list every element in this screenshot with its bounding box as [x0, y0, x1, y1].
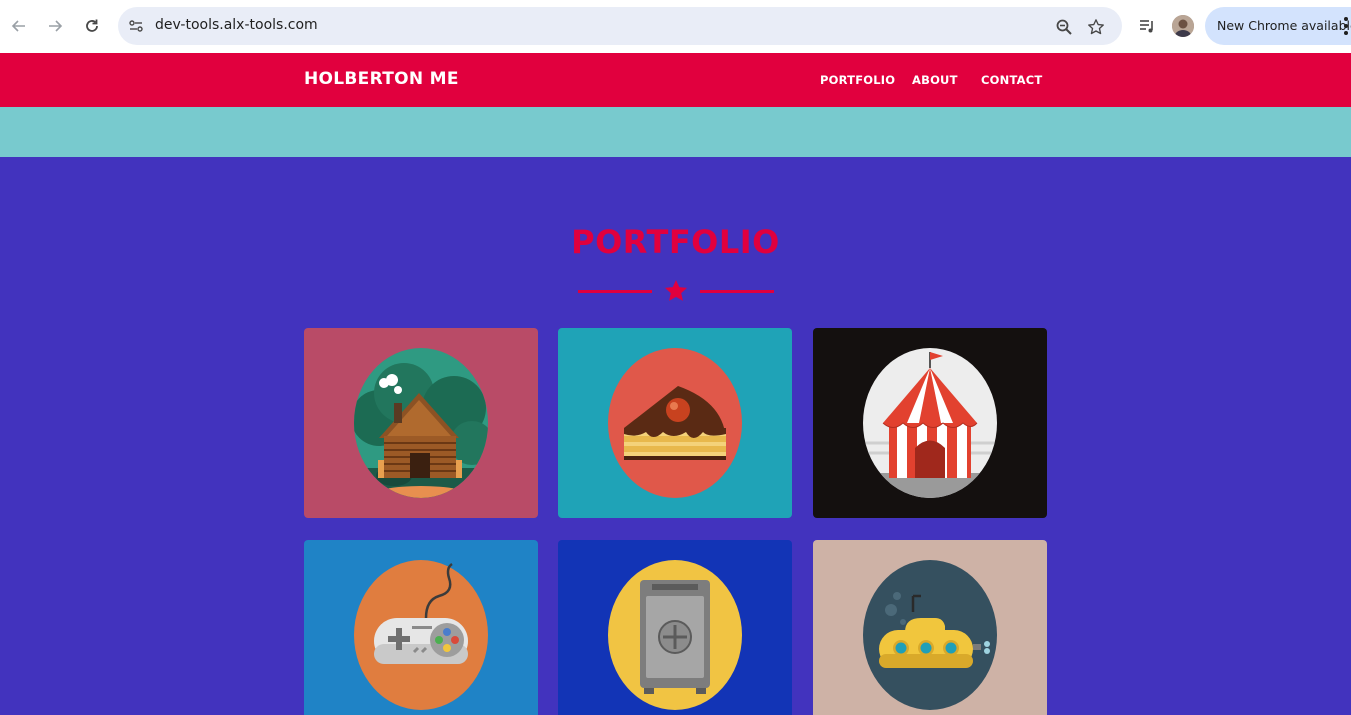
browser-toolbar: dev-tools.alx-tools.com New Chrome avail… — [0, 0, 1351, 53]
circus-tent-icon — [863, 348, 997, 498]
star-icon — [663, 278, 689, 304]
portfolio-item-submarine[interactable] — [813, 540, 1047, 715]
section-title: PORTFOLIO — [571, 223, 780, 261]
forward-arrow-icon[interactable] — [42, 13, 68, 39]
divider-right — [700, 290, 774, 293]
url-text[interactable]: dev-tools.alx-tools.com — [155, 17, 318, 33]
portfolio-item-cake[interactable] — [558, 328, 792, 518]
divider-left — [578, 290, 652, 293]
kebab-menu-icon[interactable] — [1344, 17, 1348, 35]
back-arrow-icon[interactable] — [6, 13, 32, 39]
zoom-icon[interactable] — [1053, 16, 1075, 38]
nav-about[interactable]: ABOUT — [912, 73, 958, 87]
portfolio-item-circus[interactable] — [813, 328, 1047, 518]
portfolio-item-game[interactable] — [304, 540, 538, 715]
safe-icon — [608, 560, 742, 710]
profile-avatar[interactable] — [1172, 15, 1194, 37]
chrome-update-button[interactable]: New Chrome available — [1205, 7, 1351, 45]
portfolio-item-safe[interactable] — [558, 540, 792, 715]
submarine-icon — [863, 560, 997, 710]
nav-contact[interactable]: CONTACT — [981, 73, 1042, 87]
address-bar[interactable]: dev-tools.alx-tools.com — [118, 7, 1122, 45]
portfolio-item-cabin[interactable] — [304, 328, 538, 518]
game-controller-icon — [354, 560, 488, 710]
chrome-update-label: New Chrome available — [1217, 18, 1351, 33]
media-playlist-icon[interactable] — [1135, 14, 1159, 38]
cake-slice-icon — [608, 348, 742, 498]
log-cabin-icon — [354, 348, 488, 498]
reload-icon[interactable] — [79, 13, 105, 39]
brand-logo[interactable]: HOLBERTON ME — [304, 69, 459, 89]
site-info-icon[interactable] — [124, 14, 148, 38]
bookmark-star-icon[interactable] — [1085, 16, 1107, 38]
hero-band — [0, 107, 1351, 157]
nav-portfolio[interactable]: PORTFOLIO — [820, 73, 895, 87]
site-header: HOLBERTON ME PORTFOLIO ABOUT CONTACT — [0, 53, 1351, 107]
